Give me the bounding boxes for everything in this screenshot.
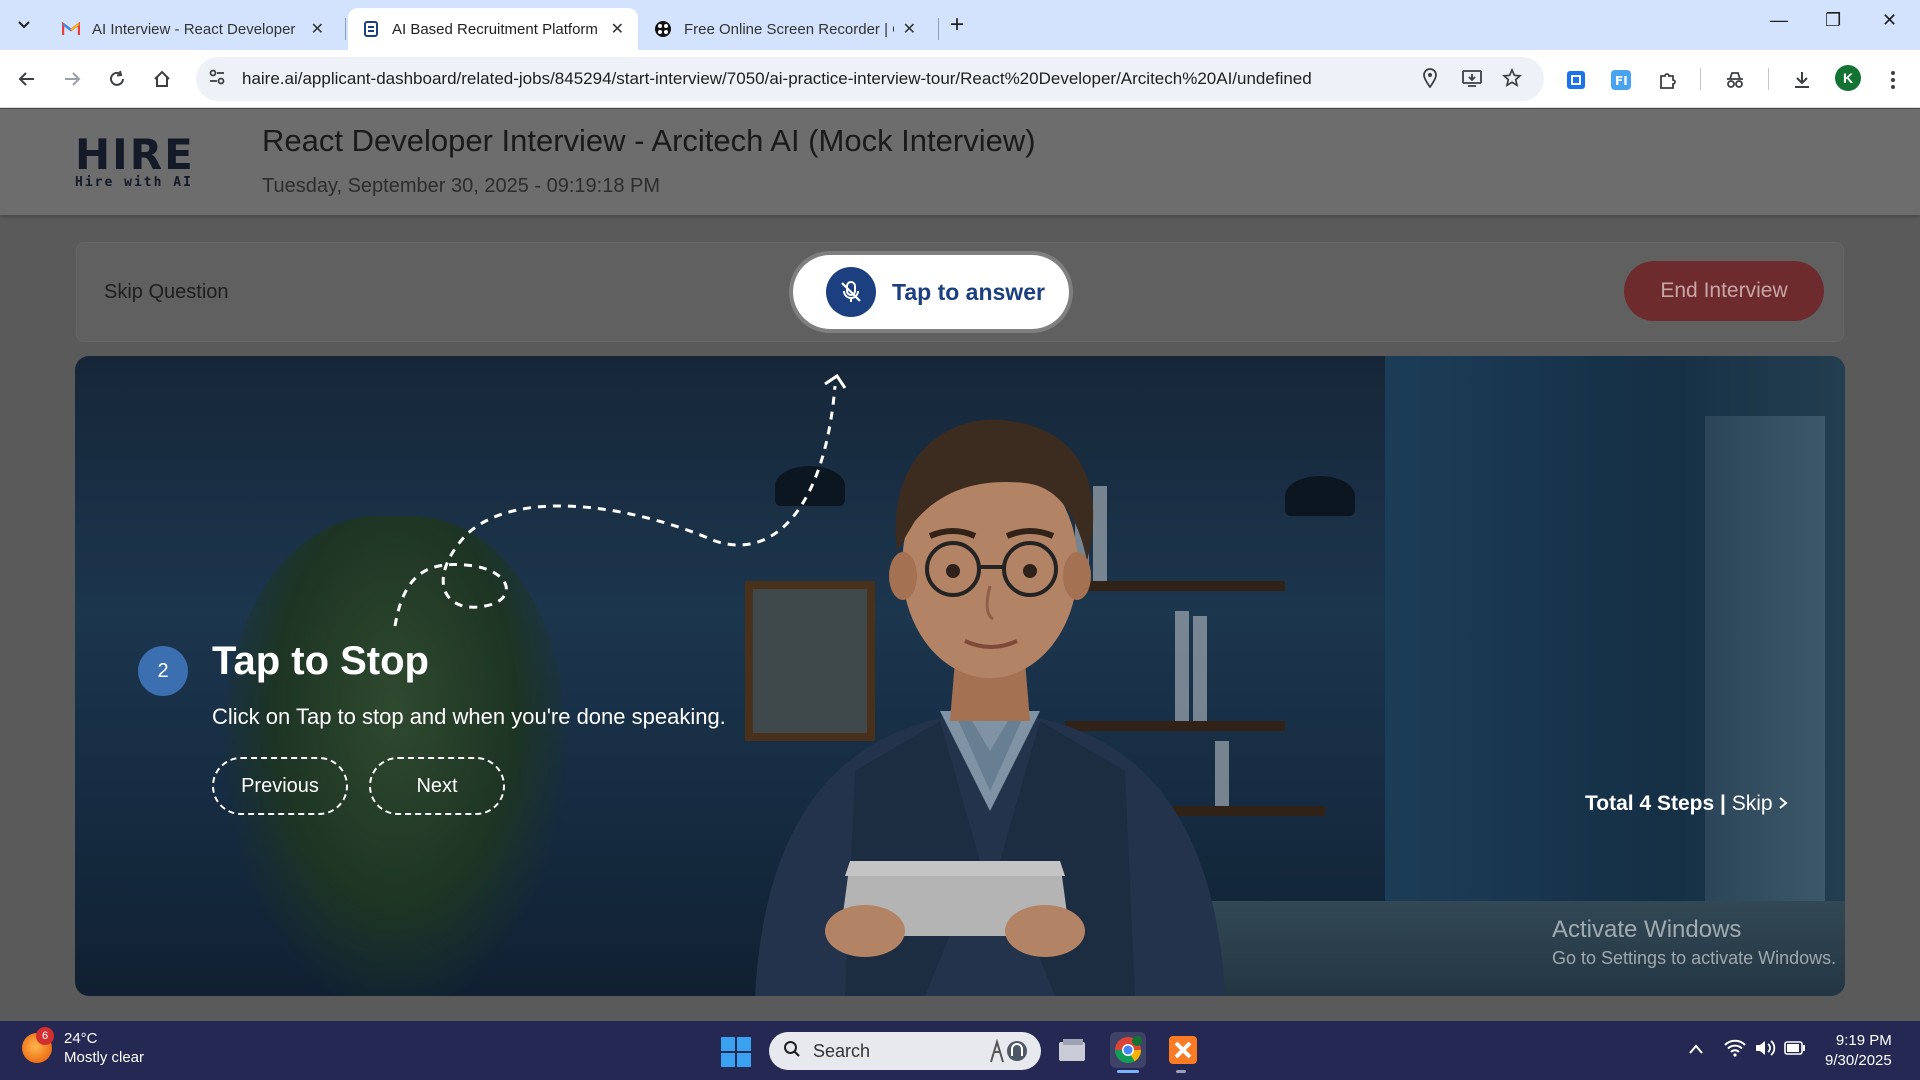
reload-button[interactable] <box>103 65 131 93</box>
tour-step-title: Tap to Stop <box>212 639 429 683</box>
screen-capture-extension-icon[interactable] <box>1563 67 1589 93</box>
haire-icon <box>362 20 380 38</box>
tour-step-description: Click on Tap to stop and when you're don… <box>212 704 726 729</box>
browser-toolbar: haire.ai/applicant-dashboard/related-job… <box>0 50 1920 108</box>
extensions-puzzle-icon[interactable] <box>1655 67 1681 93</box>
running-indicator <box>1176 1070 1186 1073</box>
clock-date: 9/30/2025 <box>1825 1052 1892 1069</box>
running-indicator <box>1117 1070 1139 1073</box>
tab-ai-interview[interactable]: AI Interview - React Developer ✕ <box>48 8 338 50</box>
site-info-icon[interactable] <box>208 68 226 91</box>
volume-icon[interactable] <box>1754 1039 1776 1062</box>
tab-title: Free Online Screen Recorder | C <box>684 20 894 38</box>
search-icon <box>783 1040 801 1063</box>
haire-logo[interactable]: HIRE Hire with AI <box>75 130 213 191</box>
file-explorer-icon[interactable] <box>1054 1032 1090 1068</box>
total-steps-label: Total 4 Steps <box>1585 792 1715 815</box>
system-clock[interactable]: 9:19 PM 9/30/2025 <box>1825 1031 1892 1071</box>
more-menu-icon[interactable] <box>1880 67 1906 93</box>
forward-button[interactable] <box>58 65 86 93</box>
tab-title: AI Interview - React Developer <box>92 20 296 38</box>
tour-next-button[interactable]: Next <box>369 757 505 815</box>
window-close-button[interactable]: ✕ <box>1882 10 1897 31</box>
tab-recruitment-platform[interactable]: AI Based Recruitment Platform | ✕ <box>348 8 638 50</box>
chevron-down-icon <box>18 21 30 29</box>
weather-temperature: 24°C <box>64 1030 98 1047</box>
reload-icon <box>110 70 124 86</box>
search-label: Search <box>813 1040 871 1061</box>
windows-activation-watermark: Activate Windows Go to Settings to activ… <box>1552 916 1836 969</box>
tour-skip-button[interactable]: Skip <box>1732 792 1789 815</box>
restore-button[interactable]: ❐ <box>1825 10 1841 31</box>
logo-tagline: Hire with AI <box>75 175 193 190</box>
fi-extension-icon[interactable]: FI <box>1608 67 1634 93</box>
tab-search-button[interactable] <box>10 11 38 39</box>
end-interview-button[interactable]: End Interview <box>1624 261 1824 321</box>
weather-notification-badge: 6 <box>36 1027 54 1045</box>
clock-time: 9:19 PM <box>1835 1032 1892 1049</box>
address-bar[interactable]: haire.ai/applicant-dashboard/related-job… <box>196 57 1544 101</box>
bookmark-star-icon[interactable] <box>1501 67 1523 94</box>
interview-controls: Skip Question Tap to answer End Intervie… <box>76 242 1844 342</box>
toolbar-divider <box>1700 68 1701 90</box>
xampp-icon[interactable] <box>1165 1032 1201 1068</box>
install-app-icon[interactable] <box>1462 68 1482 94</box>
skip-label: Skip <box>1731 792 1773 815</box>
interview-page: HIRE Hire with AI React Developer Interv… <box>0 109 1920 1021</box>
interview-datetime: Tuesday, September 30, 2025 - 09:19:18 P… <box>262 175 661 197</box>
tour-step-number: 2 <box>138 646 188 696</box>
tab-divider <box>345 18 346 40</box>
chevron-up-icon[interactable] <box>1688 1039 1704 1060</box>
close-icon[interactable]: ✕ <box>311 19 324 39</box>
tap-to-answer-label: Tap to answer <box>892 278 1045 305</box>
home-icon <box>154 70 170 87</box>
profile-avatar[interactable]: K <box>1835 65 1861 91</box>
watermark-subtitle: Go to Settings to activate Windows. <box>1552 948 1837 968</box>
microphone-off-icon <box>826 267 876 317</box>
windows-taskbar: 6 24°C Mostly clear Search 9:19 PM 9/30/… <box>0 1021 1920 1080</box>
search-highlight-icon <box>985 1038 1029 1069</box>
minimize-button[interactable]: — <box>1770 10 1788 31</box>
weather-condition: Mostly clear <box>64 1049 145 1066</box>
tab-title: AI Based Recruitment Platform | <box>392 20 602 38</box>
back-button[interactable] <box>13 65 41 93</box>
tab-screen-recorder[interactable]: Free Online Screen Recorder | C ✕ <box>640 8 930 50</box>
skip-question-button[interactable]: Skip Question <box>104 281 229 304</box>
tour-previous-button[interactable]: Previous <box>212 757 348 815</box>
close-icon[interactable]: ✕ <box>611 19 624 39</box>
interviewer-stage: 2 Tap to Stop Click on Tap to stop and w… <box>75 356 1845 996</box>
download-icon[interactable] <box>1789 67 1815 93</box>
windows-start-icon[interactable] <box>721 1037 751 1067</box>
new-tab-button[interactable]: + <box>950 11 964 39</box>
tour-progress: Total 4 Steps | Skip <box>1585 792 1788 816</box>
chevron-right-icon <box>1779 797 1788 809</box>
location-icon[interactable] <box>1422 68 1438 94</box>
url-text: haire.ai/applicant-dashboard/related-job… <box>242 69 1312 88</box>
back-arrow-icon <box>18 72 34 86</box>
browser-tab-bar: AI Interview - React Developer ✕ AI Base… <box>0 0 1920 50</box>
gmail-icon <box>62 20 80 38</box>
weather-widget[interactable]: 6 24°C Mostly clear <box>22 1027 145 1067</box>
wifi-icon[interactable] <box>1724 1039 1746 1062</box>
page-header: HIRE Hire with AI React Developer Interv… <box>0 109 1920 215</box>
separator: | <box>1719 792 1726 815</box>
svg-text:FI: FI <box>1615 74 1628 88</box>
chrome-taskbar-icon[interactable] <box>1110 1032 1146 1068</box>
home-button[interactable] <box>148 65 176 93</box>
tap-to-answer-button[interactable]: Tap to answer <box>793 255 1069 329</box>
tab-divider <box>938 18 939 40</box>
close-icon[interactable]: ✕ <box>903 19 916 39</box>
toolbar-divider <box>1768 68 1769 90</box>
incognito-icon[interactable] <box>1722 67 1748 93</box>
logo-wordmark: HIRE <box>75 130 195 179</box>
watermark-title: Activate Windows <box>1552 916 1742 943</box>
forward-arrow-icon <box>65 72 81 86</box>
battery-icon[interactable] <box>1784 1039 1806 1060</box>
taskbar-search[interactable]: Search <box>769 1032 1041 1070</box>
interview-title: React Developer Interview - Arcitech AI … <box>262 123 1036 158</box>
weather-moon-icon: 6 <box>22 1027 54 1063</box>
recorder-icon <box>654 20 672 38</box>
